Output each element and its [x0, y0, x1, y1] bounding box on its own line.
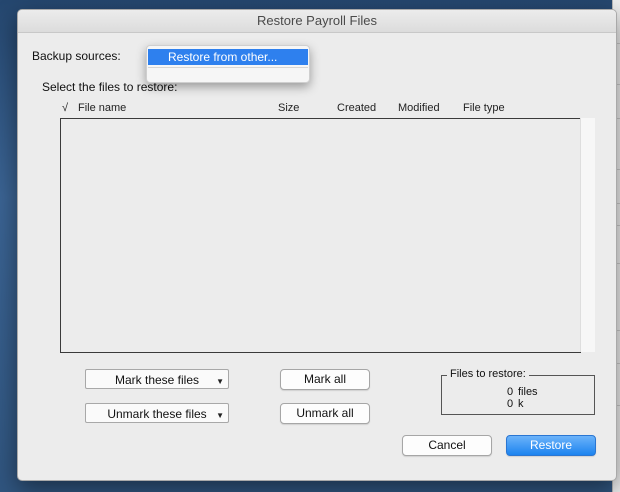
backup-sources-menu[interactable]: Restore from other... [146, 45, 310, 83]
column-created[interactable]: Created [337, 102, 376, 114]
column-file-name[interactable]: File name [78, 102, 126, 114]
size-unit: k [518, 398, 524, 410]
mark-all-button[interactable]: Mark all [280, 369, 370, 390]
files-count: 0 [507, 386, 514, 398]
unmark-all-button[interactable]: Unmark all [280, 403, 370, 424]
restore-button[interactable]: Restore [506, 435, 596, 456]
mark-these-files-button[interactable]: Mark these files ▼ [85, 369, 229, 389]
file-list-scrollbar[interactable] [580, 118, 595, 352]
file-list[interactable] [60, 118, 581, 353]
mark-these-files-label: Mark these files [114, 373, 200, 387]
dropdown-arrow-icon: ▼ [216, 377, 224, 386]
dialog-title: Restore Payroll Files [18, 10, 616, 33]
menu-item-restore-from-other[interactable]: Restore from other... [148, 49, 308, 65]
cancel-button[interactable]: Cancel [402, 435, 492, 456]
column-file-type[interactable]: File type [463, 102, 505, 114]
unmark-these-files-button[interactable]: Unmark these files ▼ [85, 403, 229, 423]
column-modified[interactable]: Modified [398, 102, 440, 114]
column-check[interactable]: √ [62, 102, 68, 114]
dropdown-arrow-icon: ▼ [216, 411, 224, 420]
backup-sources-label: Backup sources: [32, 49, 121, 63]
column-size[interactable]: Size [278, 102, 299, 114]
files-to-restore-title: Files to restore: [447, 368, 529, 380]
size-count: 0 [507, 398, 514, 410]
unmark-these-files-label: Unmark these files [107, 407, 207, 421]
restore-dialog: Restore Payroll Files Backup sources: Se… [17, 9, 617, 481]
files-unit: files [518, 386, 538, 398]
menu-item-empty[interactable] [148, 68, 308, 81]
